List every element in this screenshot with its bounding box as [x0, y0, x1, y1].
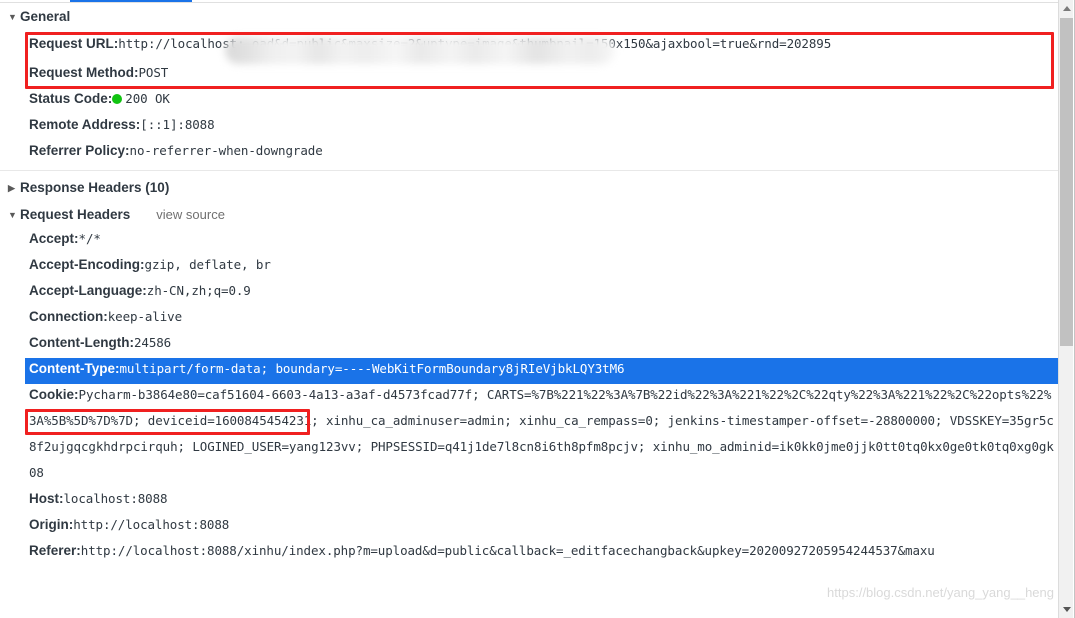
header-name: Remote Address: [29, 117, 141, 132]
header-value: zh-CN,zh;q=0.9 [146, 283, 251, 298]
row-connection[interactable]: Connection:keep-alive [0, 306, 1058, 332]
row-host[interactable]: Host:localhost:8088 [0, 488, 1058, 514]
header-name: Content-Type: [29, 361, 120, 376]
general-rows: Request URL:http://localhost: oad&d=publ… [0, 30, 1058, 166]
scroll-up-arrow-icon[interactable] [1059, 0, 1074, 17]
header-value: gzip, deflate, br [144, 257, 271, 272]
header-name: Request URL: [29, 36, 119, 51]
header-value: 24586 [133, 335, 172, 350]
chevron-down-icon[interactable]: ▼ [8, 207, 20, 224]
vertical-scrollbar[interactable] [1058, 0, 1073, 618]
header-value: Pycharm-b3864e80=caf51604-6603-4a13-a3af… [29, 387, 1054, 480]
header-value: POST [138, 65, 169, 80]
header-value: http://localhost:8088/xinhu/index.php?m=… [80, 543, 935, 558]
view-source-link[interactable]: view source [156, 207, 225, 222]
row-referrer-policy[interactable]: Referrer Policy:no-referrer-when-downgra… [0, 140, 1058, 166]
header-name: Accept-Language: [29, 283, 147, 298]
header-value: localhost:8088 [63, 491, 168, 506]
row-request-method[interactable]: Request Method:POST [0, 62, 1058, 88]
header-name: Referrer Policy: [29, 143, 130, 158]
header-name: Host: [29, 491, 64, 506]
header-value: http://localhost: oad&d=public&maxsize=2… [118, 36, 832, 51]
header-name: Accept-Encoding: [29, 257, 145, 272]
header-value: [::1]:8088 [140, 117, 215, 132]
header-value: */* [78, 231, 101, 246]
chevron-down-icon[interactable]: ▼ [8, 9, 20, 26]
status-ok-dot-icon [112, 94, 123, 104]
scrollbar-thumb[interactable] [1060, 18, 1073, 346]
section-title-label: General [20, 9, 71, 24]
row-origin[interactable]: Origin:http://localhost:8088 [0, 514, 1058, 540]
devtools-network-headers-panel: ▼ General Request URL:http://localhost: o… [0, 0, 1075, 618]
section-header-response-headers[interactable]: ▶ Response Headers (10) [0, 174, 1058, 201]
header-name: Request Method: [29, 65, 139, 80]
chevron-right-icon[interactable]: ▶ [8, 180, 20, 197]
header-name: Status Code: [29, 91, 113, 106]
row-status-code[interactable]: Status Code: 200 OK [0, 88, 1058, 114]
header-value: keep-alive [107, 309, 183, 324]
row-referer[interactable]: Referer:http://localhost:8088/xinhu/inde… [0, 540, 1058, 566]
row-content-type[interactable]: Content-Type:multipart/form-data; bounda… [25, 358, 1058, 384]
section-title-label: Response Headers (10) [20, 180, 170, 195]
header-name: Origin: [29, 517, 74, 532]
header-name: Referer: [29, 543, 81, 558]
row-remote-address[interactable]: Remote Address:[::1]:8088 [0, 114, 1058, 140]
header-value: http://localhost:8088 [73, 517, 230, 532]
section-divider [0, 170, 1058, 171]
request-headers-rows: Accept:*/* Accept-Encoding:gzip, deflate… [0, 228, 1058, 566]
header-name: Accept: [29, 231, 79, 246]
scroll-down-arrow-icon[interactable] [1059, 601, 1074, 618]
row-content-length[interactable]: Content-Length:24586 [0, 332, 1058, 358]
headers-content: ▼ General Request URL:http://localhost: o… [0, 3, 1058, 618]
header-name: Connection: [29, 309, 108, 324]
header-value: multipart/form-data; boundary=----WebKit… [119, 361, 625, 376]
row-accept-language[interactable]: Accept-Language:zh-CN,zh;q=0.9 [0, 280, 1058, 306]
row-accept-encoding[interactable]: Accept-Encoding:gzip, deflate, br [0, 254, 1058, 280]
header-value: 200 OK [125, 91, 170, 106]
header-name: Cookie: [29, 387, 79, 402]
section-header-request-headers[interactable]: ▼ Request Headers view source [0, 201, 1058, 228]
header-name: Content-Length: [29, 335, 134, 350]
row-request-url[interactable]: Request URL:http://localhost: oad&d=publ… [0, 30, 1058, 62]
section-header-general[interactable]: ▼ General [0, 3, 1058, 30]
header-value: no-referrer-when-downgrade [129, 143, 323, 158]
section-title-label: Request Headers [20, 207, 131, 222]
row-accept[interactable]: Accept:*/* [0, 228, 1058, 254]
row-cookie[interactable]: Cookie:Pycharm-b3864e80=caf51604-6603-4a… [0, 384, 1058, 488]
